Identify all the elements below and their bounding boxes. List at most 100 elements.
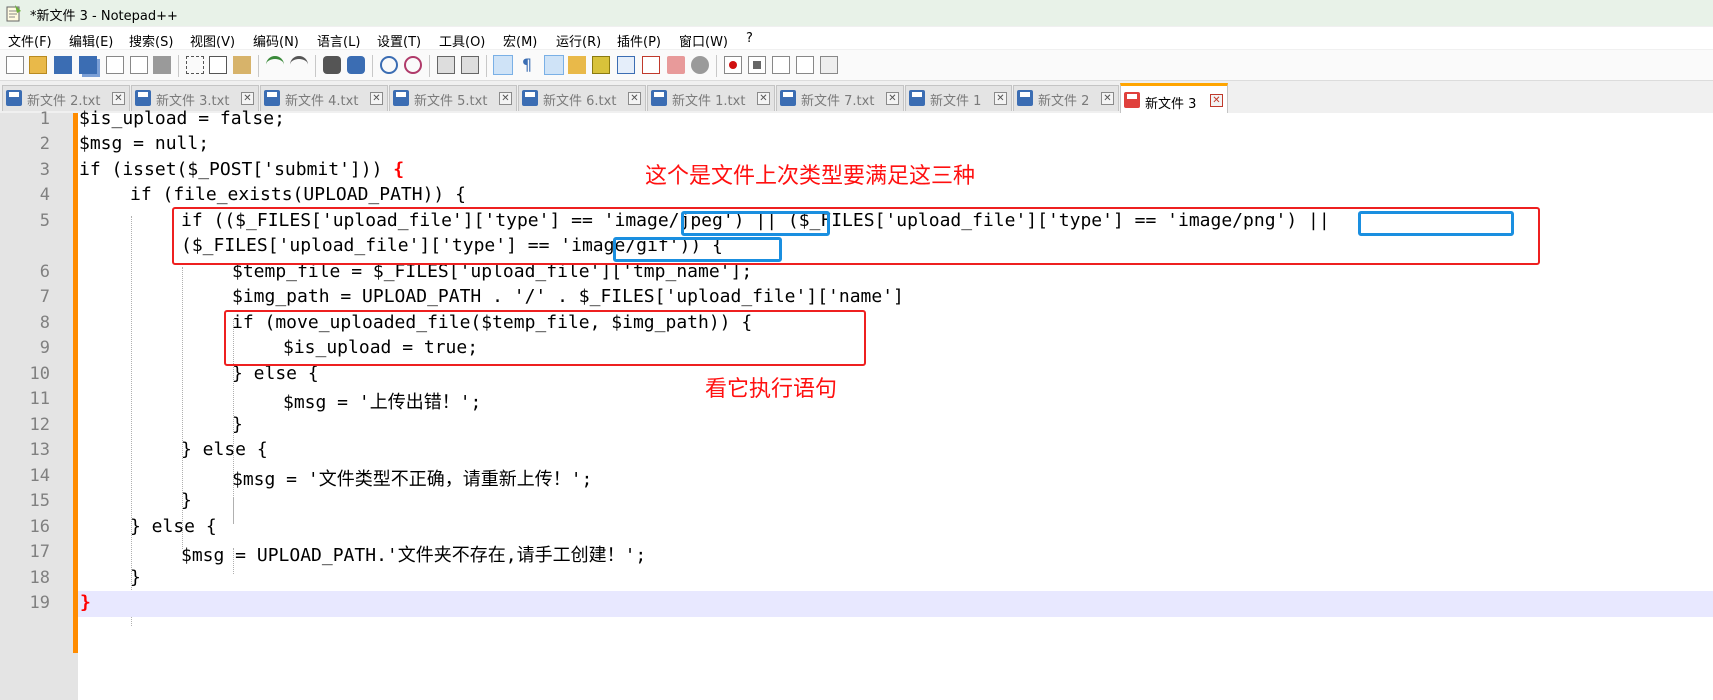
line-number: 9 xyxy=(39,338,50,358)
tail-icon[interactable] xyxy=(667,56,685,74)
stop-macro-icon[interactable] xyxy=(748,56,766,74)
record-macro-icon[interactable] xyxy=(724,56,742,74)
annotation-box-type-check xyxy=(172,207,1540,265)
tab-close-icon[interactable]: ✕ xyxy=(757,92,770,105)
code-text: $img_path = UPLOAD_PATH . '/' . $_FILES[… xyxy=(232,286,904,307)
menu-help[interactable]: ? xyxy=(746,31,753,46)
show-all-chars-icon[interactable]: ¶ xyxy=(518,56,536,74)
code-text: } else { xyxy=(181,439,268,460)
menu-settings[interactable]: 设置(T) xyxy=(377,31,421,50)
menu-view[interactable]: 视图(V) xyxy=(190,31,235,50)
tab-close-icon[interactable]: ✕ xyxy=(628,92,641,105)
menu-window[interactable]: 窗口(W) xyxy=(679,31,728,50)
line-number: 18 xyxy=(29,568,50,588)
monitoring-icon[interactable] xyxy=(642,56,660,74)
line-number: 1 xyxy=(39,109,50,129)
saved-file-icon xyxy=(909,90,925,106)
cloud-icon[interactable] xyxy=(691,56,709,74)
line-number: 16 xyxy=(29,517,50,537)
close-all-icon[interactable] xyxy=(130,56,148,74)
tab-close-icon[interactable]: ✕ xyxy=(241,92,254,105)
indent-guide-icon[interactable] xyxy=(544,55,564,75)
code-text: } else { xyxy=(232,363,319,384)
line-number: 2 xyxy=(39,134,50,154)
line-number: 14 xyxy=(29,466,50,486)
tab-close-icon[interactable]: ✕ xyxy=(370,92,383,105)
folder-workspace-icon[interactable] xyxy=(617,56,635,74)
paste-icon[interactable] xyxy=(233,56,251,74)
code-text: $is_upload = false; xyxy=(79,108,285,129)
document-map-icon[interactable] xyxy=(568,56,586,74)
code-text: if (file_exists(UPLOAD_PATH)) { xyxy=(130,184,466,205)
code-editor[interactable]: 1 $is_upload = false; 2 $msg = null; 3 i… xyxy=(0,108,1713,700)
sync-vertical-icon[interactable] xyxy=(437,56,455,74)
saved-file-icon xyxy=(393,90,409,106)
saved-file-icon xyxy=(780,90,796,106)
code-text-part: if (isset($_POST['submit'])) xyxy=(79,159,394,180)
zoom-out-icon[interactable] xyxy=(404,56,422,74)
code-line: 18 } xyxy=(0,566,1713,592)
annotation-highlight-gif xyxy=(613,237,782,262)
saved-file-icon xyxy=(135,90,151,106)
menu-file[interactable]: 文件(F) xyxy=(8,31,52,50)
print-icon[interactable] xyxy=(153,56,171,74)
code-line: 14 $msg = '文件类型不正确，请重新上传！'; xyxy=(0,464,1713,490)
copy-icon[interactable] xyxy=(209,56,227,74)
tab-close-icon[interactable]: ✕ xyxy=(1101,92,1114,105)
save-all-icon[interactable] xyxy=(79,56,97,74)
sync-horizontal-icon[interactable] xyxy=(461,56,479,74)
matched-brace: } xyxy=(80,592,91,613)
word-wrap-icon[interactable] xyxy=(493,55,513,75)
tab-close-icon[interactable]: ✕ xyxy=(1210,94,1223,107)
line-number: 19 xyxy=(29,593,50,613)
menu-edit[interactable]: 编辑(E) xyxy=(69,31,113,50)
new-file-icon[interactable] xyxy=(6,56,24,74)
code-line: 11 $msg = '上传出错！'; xyxy=(0,387,1713,413)
menu-search[interactable]: 搜索(S) xyxy=(129,31,173,50)
menu-plugins[interactable]: 插件(P) xyxy=(617,31,661,50)
open-file-icon[interactable] xyxy=(29,56,47,74)
zoom-in-icon[interactable] xyxy=(380,56,398,74)
fold-margin-tail xyxy=(73,653,78,700)
undo-icon[interactable] xyxy=(266,56,284,74)
run-macro-multiple-icon[interactable] xyxy=(796,56,814,74)
code-text: $msg = '上传出错！'; xyxy=(283,392,482,413)
notepad-app-icon xyxy=(6,5,21,22)
code-line-number-row: 19 xyxy=(0,591,73,617)
toolbar-separator xyxy=(429,55,430,77)
window-title: *新文件 3 - Notepad++ xyxy=(30,9,178,24)
function-list-icon[interactable] xyxy=(592,56,610,74)
tab-close-icon[interactable]: ✕ xyxy=(112,92,125,105)
code-line: 13 } else { xyxy=(0,438,1713,464)
find-icon[interactable] xyxy=(323,56,341,74)
tab-close-icon[interactable]: ✕ xyxy=(886,92,899,105)
menu-tools[interactable]: 工具(O) xyxy=(439,31,485,50)
line-number: 13 xyxy=(29,440,50,460)
menu-language[interactable]: 语言(L) xyxy=(317,31,360,50)
replace-icon[interactable] xyxy=(347,56,365,74)
line-number: 6 xyxy=(39,262,50,282)
code-text: $msg = UPLOAD_PATH.'文件夹不存在,请手工创建！'; xyxy=(181,545,647,566)
code-line: 12 } xyxy=(0,413,1713,439)
redo-icon[interactable] xyxy=(290,56,308,74)
save-macro-icon[interactable] xyxy=(820,56,838,74)
unsaved-file-icon xyxy=(1124,92,1140,108)
code-text: } xyxy=(130,567,141,588)
line-number: 7 xyxy=(39,287,50,307)
tab-close-icon[interactable]: ✕ xyxy=(994,92,1007,105)
cut-icon[interactable] xyxy=(186,56,204,74)
tab-close-icon[interactable]: ✕ xyxy=(499,92,512,105)
saved-file-icon xyxy=(1017,90,1033,106)
code-text: $msg = '文件类型不正确，请重新上传！'; xyxy=(232,469,593,490)
menu-bar: 文件(F) 编辑(E) 搜索(S) 视图(V) 编码(N) 语言(L) 设置(T… xyxy=(0,27,1713,50)
title-bar: *新文件 3 - Notepad++ xyxy=(0,0,1713,26)
playback-macro-icon[interactable] xyxy=(772,56,790,74)
menu-encoding[interactable]: 编码(N) xyxy=(253,31,299,50)
menu-macro[interactable]: 宏(M) xyxy=(503,31,537,50)
save-icon[interactable] xyxy=(54,56,72,74)
close-icon[interactable] xyxy=(106,56,124,74)
saved-file-icon xyxy=(6,90,22,106)
line-number: 4 xyxy=(39,185,50,205)
code-text: $msg = null; xyxy=(79,133,210,154)
menu-run[interactable]: 运行(R) xyxy=(556,31,601,50)
